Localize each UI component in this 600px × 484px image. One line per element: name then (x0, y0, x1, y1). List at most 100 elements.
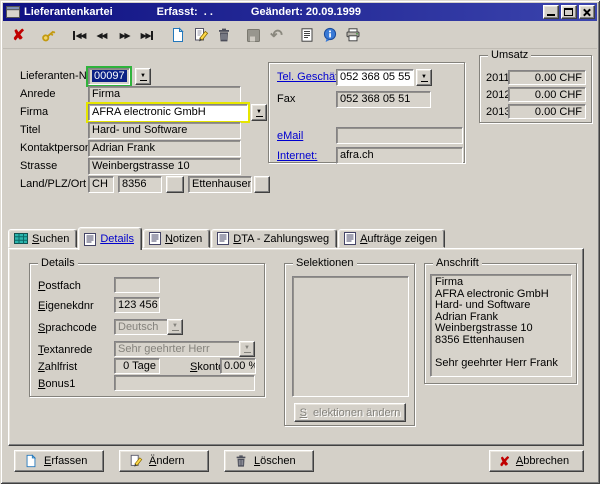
info-button[interactable] (318, 24, 341, 47)
internet-field[interactable]: afra.ch (336, 147, 463, 164)
tel-geschaeft-link[interactable]: Tel. Geschäft (277, 71, 341, 83)
lieferanten-nr-dropdown-button[interactable]: ▼ (135, 68, 151, 85)
report-button[interactable] (295, 24, 318, 47)
ort-lookup-button[interactable] (254, 176, 270, 193)
app-window: Lieferantenkartei Erfasst: . . Geändert:… (0, 0, 600, 484)
minimize-button[interactable] (543, 5, 559, 19)
dropdown-arrow-icon: ▼ (140, 73, 146, 79)
tab-notizen[interactable]: Notizen (143, 229, 210, 248)
anrede-label: Anrede (20, 88, 55, 100)
last-record-button[interactable]: ▶▶ (136, 24, 159, 47)
maximize-icon (564, 8, 573, 16)
sprachcode-label: Sprachcode (38, 322, 97, 334)
tab-auftraege-zeigen[interactable]: Aufträge zeigen (338, 229, 445, 248)
anschrift-group: Anschrift Firma AFRA electronic GmbH Har… (424, 263, 577, 384)
textanrede-field: Sehr geehrter Herr (114, 341, 240, 357)
previous-record-icon: ◀◀ (97, 31, 107, 40)
fax-label: Fax (277, 93, 295, 105)
lieferanten-nr-field[interactable]: 00097 (88, 68, 130, 85)
app-form-icon (6, 6, 20, 18)
close-icon (580, 6, 594, 18)
dropdown-arrow-icon: ▼ (421, 74, 427, 80)
document-icon (217, 232, 229, 245)
land-field[interactable]: CH (88, 176, 114, 193)
tel-geschaeft-field[interactable]: 052 368 05 55 (336, 69, 414, 86)
ort-field[interactable]: Ettenhausen (188, 176, 252, 193)
sprachcode-dropdown-button: ▼ (167, 319, 183, 335)
edit-record-button[interactable] (189, 24, 212, 47)
umsatz-group-title: Umsatz (488, 49, 531, 62)
email-link[interactable]: eMail (277, 130, 303, 142)
skonto-field[interactable]: 0.00 % (220, 358, 256, 374)
selektionen-aendern-button: Selektionen ändern (294, 403, 406, 422)
umsatz-value-field: 0.00 CHF (508, 70, 586, 85)
firma-field[interactable]: AFRA electronic GmbH (88, 104, 248, 121)
key-icon (40, 27, 57, 44)
anrede-field[interactable]: Firma (88, 86, 241, 103)
eigenekdnr-label: Eigenekdnr (38, 300, 94, 312)
firma-dropdown-button[interactable]: ▼ (251, 104, 267, 121)
tab-dta-zahlungsweg[interactable]: DTA - Zahlungsweg (211, 229, 337, 248)
new-document-icon (170, 27, 186, 43)
tel-dropdown-button[interactable]: ▼ (416, 69, 432, 86)
report-document-icon (299, 27, 315, 43)
delete-record-button[interactable] (212, 24, 235, 47)
close-button[interactable] (579, 5, 595, 19)
new-record-button[interactable] (166, 24, 189, 47)
new-document-icon (24, 454, 38, 468)
document-icon (344, 232, 356, 245)
cancel-button[interactable]: ✘ (7, 24, 30, 47)
cancel-x-icon: ✘ (12, 28, 25, 43)
dropdown-arrow-icon: ▼ (256, 109, 262, 115)
selektionen-listbox[interactable] (292, 276, 409, 397)
erfasst-label: Erfasst: . . (157, 6, 213, 18)
key-button[interactable] (37, 24, 60, 47)
zahlfrist-field[interactable]: 0 Tage (114, 358, 160, 374)
internet-link[interactable]: Internet: (277, 150, 317, 162)
first-record-icon (73, 31, 75, 40)
maximize-button[interactable] (561, 5, 577, 19)
loeschen-button[interactable]: Löschen (224, 450, 314, 472)
plz-lookup-button[interactable] (166, 176, 184, 193)
next-record-button[interactable]: ▶▶ (113, 24, 136, 47)
tab-suchen-label: Suchen (32, 233, 69, 245)
email-field[interactable] (336, 127, 463, 144)
selektionen-group: Selektionen Selektionen ändern (284, 263, 415, 426)
firma-label: Firma (20, 106, 48, 118)
last-record-icon (151, 31, 153, 40)
trash-icon (234, 454, 248, 468)
grid-table-icon (14, 233, 28, 244)
tab-suchen[interactable]: Suchen (8, 229, 77, 248)
details-tab-panel: Details Postfach Eigenekdnr 123 456 Spra… (8, 248, 584, 446)
info-icon (322, 27, 338, 43)
kontaktperson-field[interactable]: Adrian Frank (88, 140, 241, 157)
first-record-button[interactable]: ◀◀ (67, 24, 90, 47)
details-group: Details Postfach Eigenekdnr 123 456 Spra… (29, 263, 265, 397)
postfach-label: Postfach (38, 280, 81, 292)
titel-field[interactable]: Hard- und Software (88, 122, 241, 139)
umsatz-group: Umsatz 2011 : 0.00 CHF 2012 : 0.00 CHF 2… (479, 55, 592, 123)
minimize-icon (547, 14, 555, 16)
plz-field[interactable]: 8356 (118, 176, 162, 193)
cancel-x-icon: ✘ (499, 454, 510, 469)
tab-auftraege-label: Aufträge zeigen (360, 233, 437, 245)
window-controls (543, 5, 595, 19)
abbrechen-button-label: Abbrechen (516, 455, 569, 467)
bonus1-label: Bonus1 (38, 378, 75, 390)
previous-record-button[interactable]: ◀◀ (90, 24, 113, 47)
print-button[interactable] (341, 24, 364, 47)
tab-dta-label: DTA - Zahlungsweg (233, 233, 329, 245)
postfach-field[interactable] (114, 277, 160, 293)
undo-button[interactable]: ↶ (265, 24, 288, 47)
abbrechen-button[interactable]: ✘ Abbrechen (489, 450, 584, 472)
dropdown-arrow-icon: ▼ (244, 345, 250, 351)
bonus1-field[interactable] (114, 375, 255, 391)
tab-details-label: Details (100, 233, 134, 245)
aendern-button[interactable]: Ändern (119, 450, 209, 472)
erfassen-button[interactable]: Erfassen (14, 450, 104, 472)
selektionen-group-title: Selektionen (293, 257, 357, 270)
tab-details[interactable]: Details (78, 227, 142, 250)
eigenekdnr-field[interactable]: 123 456 (114, 297, 160, 313)
strasse-field[interactable]: Weinbergstrasse 10 (88, 158, 241, 175)
fax-field[interactable]: 052 368 05 51 (336, 91, 431, 108)
